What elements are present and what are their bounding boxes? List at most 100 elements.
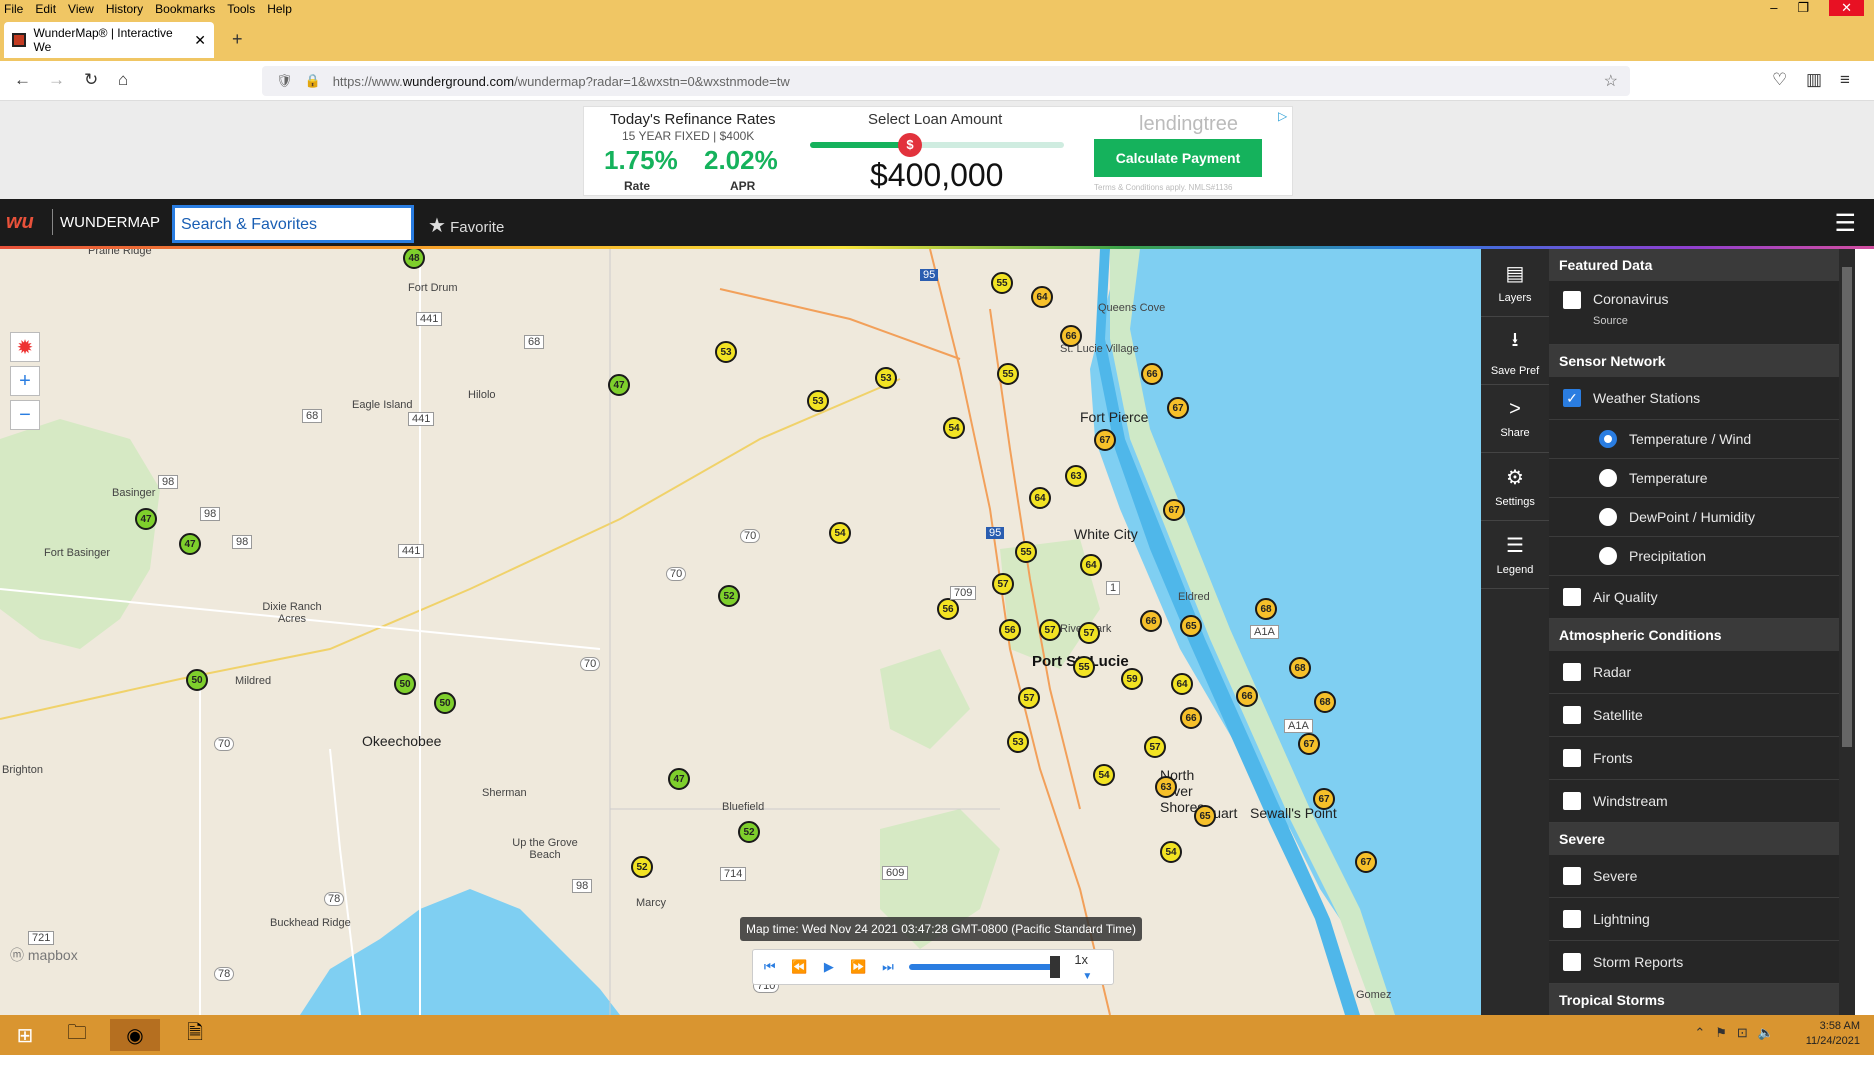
weather-stations-checkbox[interactable]: ✓ <box>1563 389 1581 407</box>
layer-weather-stations[interactable]: ✓ Weather Stations <box>1549 377 1839 420</box>
temperature-radio[interactable] <box>1599 469 1617 487</box>
save-pref-button[interactable]: ⭳ Save Pref <box>1481 317 1549 385</box>
weather-station-marker[interactable]: 67 <box>1094 429 1116 451</box>
timeline-slider[interactable] <box>908 956 1061 978</box>
home-icon[interactable]: ⌂ <box>118 70 128 90</box>
weather-station-marker[interactable]: 53 <box>715 341 737 363</box>
weather-station-marker[interactable]: 57 <box>1018 687 1040 709</box>
weather-station-marker[interactable]: 56 <box>999 619 1021 641</box>
weather-station-marker[interactable]: 68 <box>1289 657 1311 679</box>
skip-back-icon[interactable]: ⏮ <box>757 954 783 980</box>
weather-station-marker[interactable]: 57 <box>1144 736 1166 758</box>
radar-checkbox[interactable] <box>1563 663 1581 681</box>
layer-lightning[interactable]: Lightning <box>1549 898 1839 941</box>
zoom-out-button[interactable]: − <box>10 400 40 430</box>
scrollbar-thumb[interactable] <box>1842 267 1852 747</box>
severe-checkbox[interactable] <box>1563 867 1581 885</box>
weather-station-marker[interactable]: 56 <box>937 598 959 620</box>
menu-view[interactable]: View <box>68 2 94 16</box>
weather-station-marker[interactable]: 50 <box>394 673 416 695</box>
satellite-checkbox[interactable] <box>1563 706 1581 724</box>
favorite-button[interactable]: ★ Favorite <box>428 213 504 238</box>
ad-banner[interactable]: Today's Refinance Rates 15 YEAR FIXED | … <box>583 106 1293 196</box>
weather-station-marker[interactable]: 65 <box>1180 615 1202 637</box>
firefox-icon[interactable]: ◉ <box>110 1019 160 1051</box>
layers-button[interactable]: ▤ Layers <box>1481 249 1549 317</box>
file-explorer-icon[interactable]: 🗀 <box>52 1019 102 1051</box>
layer-coronavirus[interactable]: Coronavirus Source <box>1549 281 1839 345</box>
weather-station-marker[interactable]: 52 <box>631 856 653 878</box>
weather-station-marker[interactable]: 53 <box>875 367 897 389</box>
weather-station-marker[interactable]: 66 <box>1236 685 1258 707</box>
weather-station-marker[interactable]: 50 <box>186 669 208 691</box>
weather-station-marker[interactable]: 59 <box>1121 668 1143 690</box>
weather-station-marker[interactable]: 63 <box>1155 776 1177 798</box>
legend-button[interactable]: ☰ Legend <box>1481 521 1549 589</box>
weather-station-marker[interactable]: 64 <box>1029 487 1051 509</box>
lightning-checkbox[interactable] <box>1563 910 1581 928</box>
settings-button[interactable]: ⚙ Settings <box>1481 453 1549 521</box>
coronavirus-checkbox[interactable] <box>1563 291 1581 309</box>
close-window-icon[interactable]: ✕ <box>1829 0 1864 16</box>
back-icon[interactable]: ← <box>14 70 31 90</box>
clock[interactable]: 3:58 AM 11/24/2021 <box>1806 1019 1860 1049</box>
layer-severe[interactable]: Severe <box>1549 855 1839 898</box>
ad-choices-icon[interactable]: ▷ <box>1278 109 1287 123</box>
sidebar-icon[interactable]: ▥ <box>1806 70 1822 90</box>
menu-edit[interactable]: Edit <box>35 2 56 16</box>
weather-station-marker[interactable]: 52 <box>738 821 760 843</box>
weather-station-marker[interactable]: 66 <box>1180 707 1202 729</box>
dewpoint-radio[interactable] <box>1599 508 1617 526</box>
weather-station-marker[interactable]: 63 <box>1065 465 1087 487</box>
temp-wind-radio[interactable] <box>1599 430 1617 448</box>
browser-tab[interactable]: WunderMap® | Interactive We ✕ <box>4 22 214 58</box>
volume-icon[interactable]: 🔈 <box>1758 1025 1774 1041</box>
weather-station-marker[interactable]: 64 <box>1080 554 1102 576</box>
weather-station-marker[interactable]: 67 <box>1313 788 1335 810</box>
rewind-icon[interactable]: ⏪ <box>787 954 813 980</box>
weather-station-marker[interactable]: 67 <box>1355 851 1377 873</box>
share-button[interactable]: > Share <box>1481 385 1549 453</box>
weather-station-marker[interactable]: 67 <box>1163 499 1185 521</box>
new-tab-icon[interactable]: + <box>232 29 243 50</box>
menu-bookmarks[interactable]: Bookmarks <box>155 2 215 16</box>
zoom-in-button[interactable]: + <box>10 366 40 396</box>
speed-select[interactable]: 1x ▼ <box>1074 952 1109 982</box>
weather-station-marker[interactable]: 47 <box>135 508 157 530</box>
menu-file[interactable]: File <box>4 2 23 16</box>
weather-station-marker[interactable]: 54 <box>829 522 851 544</box>
weather-station-marker[interactable]: 52 <box>718 585 740 607</box>
weather-station-marker[interactable]: 47 <box>668 768 690 790</box>
air-quality-checkbox[interactable] <box>1563 588 1581 606</box>
weather-station-marker[interactable]: 55 <box>991 272 1013 294</box>
weather-station-marker[interactable]: 57 <box>1039 619 1061 641</box>
weather-station-marker[interactable]: 53 <box>807 390 829 412</box>
panel-scrollbar[interactable] <box>1839 249 1855 1015</box>
weather-station-marker[interactable]: 64 <box>1031 286 1053 308</box>
weather-station-marker[interactable]: 53 <box>1007 731 1029 753</box>
forward-icon[interactable]: → <box>48 70 65 90</box>
fast-forward-icon[interactable]: ⏩ <box>846 954 872 980</box>
ad-slider-handle[interactable]: $ <box>898 133 922 157</box>
weather-station-marker[interactable]: 54 <box>943 417 965 439</box>
weather-station-marker[interactable]: 67 <box>1298 733 1320 755</box>
hamburger-menu-icon[interactable]: ☰ <box>1834 209 1856 238</box>
mode-temperature[interactable]: Temperature <box>1549 459 1839 498</box>
weather-station-marker[interactable]: 68 <box>1255 598 1277 620</box>
mode-temperature-wind[interactable]: Temperature / Wind <box>1549 420 1839 459</box>
layer-storm-reports[interactable]: Storm Reports <box>1549 941 1839 984</box>
weather-station-marker[interactable]: 66 <box>1140 610 1162 632</box>
menu-history[interactable]: History <box>106 2 143 16</box>
weather-station-marker[interactable]: 55 <box>1015 541 1037 563</box>
windows-start-icon[interactable]: ⊞ <box>0 1019 50 1051</box>
shield-icon[interactable]: 🛡 <box>276 73 293 89</box>
weather-station-marker[interactable]: 57 <box>992 573 1014 595</box>
calculate-payment-button[interactable]: Calculate Payment <box>1094 139 1262 177</box>
weather-station-marker[interactable]: 65 <box>1194 805 1216 827</box>
network-icon[interactable]: ⊡ <box>1737 1025 1748 1041</box>
play-icon[interactable]: ▶ <box>816 954 842 980</box>
layer-windstream[interactable]: Windstream <box>1549 780 1839 823</box>
skip-forward-icon[interactable]: ⏭ <box>875 954 901 980</box>
weather-station-marker[interactable]: 47 <box>608 374 630 396</box>
pocket-icon[interactable]: ♡ <box>1772 70 1787 90</box>
